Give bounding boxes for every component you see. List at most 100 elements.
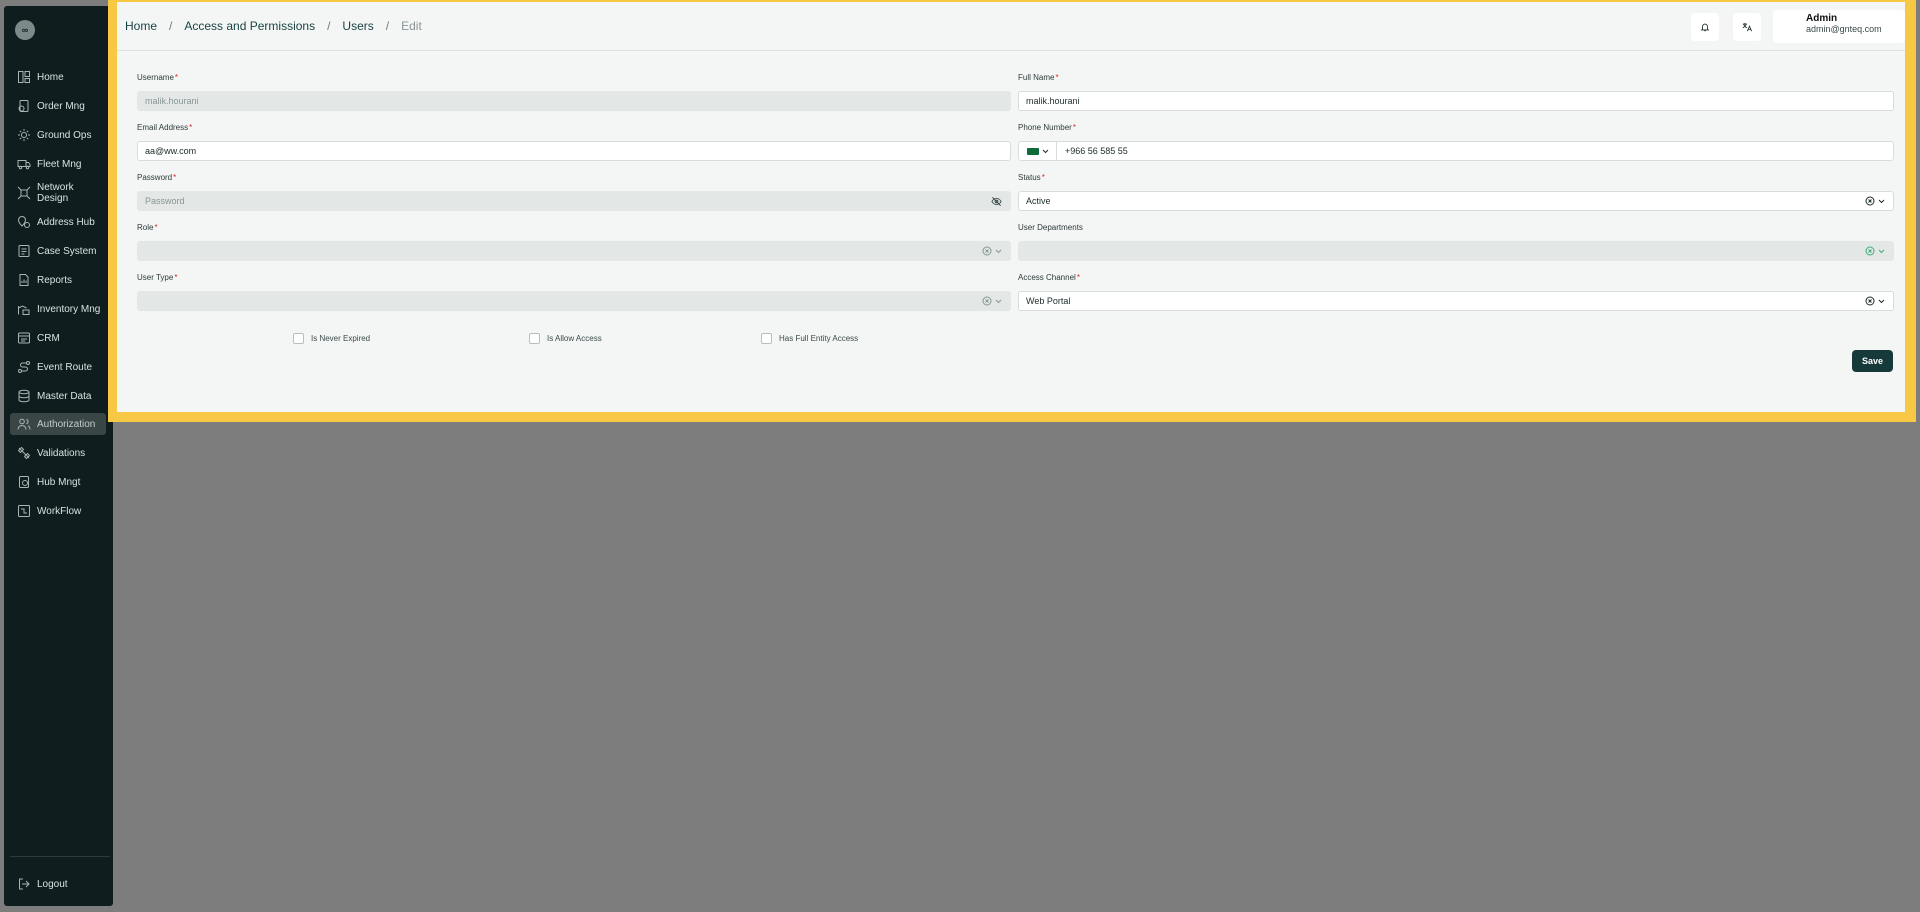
sidebar-item-fleet-mng[interactable]: Fleet Mng: [10, 153, 106, 175]
eye-off-icon: [991, 197, 1002, 206]
checkbox-box[interactable]: [293, 333, 304, 344]
sidebar-item-reports[interactable]: Reports: [10, 269, 106, 291]
breadcrumb-home[interactable]: Home: [125, 19, 157, 33]
saudi-flag-icon: [1026, 147, 1039, 155]
full-name-field[interactable]: malik.hourani: [1018, 91, 1894, 111]
bell-icon: [1700, 23, 1710, 32]
crm-icon: [18, 332, 30, 344]
sidebar-item-label: Event Route: [37, 361, 93, 373]
logout-icon: [19, 878, 30, 890]
user-email: admin@gnteq.com: [1806, 24, 1882, 34]
status-select[interactable]: Active: [1018, 191, 1894, 211]
sidebar-item-case-system[interactable]: Case System: [10, 240, 106, 262]
sidebar-item-label: Authorization: [37, 418, 96, 430]
ground-ops-icon: [18, 129, 30, 141]
sidebar-item-label: Address Hub: [37, 216, 95, 228]
truck-icon: [17, 160, 31, 170]
clear-icon[interactable]: [982, 246, 992, 256]
sidebar-item-validations[interactable]: Validations: [10, 442, 106, 464]
clear-icon[interactable]: [1865, 246, 1875, 256]
never-expired-checkbox[interactable]: Is Never Expired: [293, 333, 370, 344]
chevron-down-icon: [1042, 149, 1048, 153]
checkbox-box[interactable]: [761, 333, 772, 344]
sidebar-item-label: Network Design: [37, 182, 74, 204]
chevron-down-icon: [1878, 249, 1885, 253]
breadcrumb-users[interactable]: Users: [342, 19, 373, 33]
checkbox-box[interactable]: [529, 333, 540, 344]
phone-field[interactable]: +966 56 585 55: [1018, 141, 1894, 161]
sidebar-item-label: Hub Mngt: [37, 476, 81, 488]
sidebar-item-label: Fleet Mng: [37, 158, 82, 170]
access-channel-select[interactable]: Web Portal: [1018, 291, 1894, 311]
sidebar-item-hub-mngt[interactable]: Hub Mngt: [10, 471, 106, 493]
sidebar-item-label: Ground Ops: [37, 129, 92, 141]
password-toggle[interactable]: [991, 196, 1002, 207]
email-field[interactable]: aa@ww.com: [137, 141, 1011, 161]
chevron-down-icon: [1878, 299, 1885, 303]
sidebar-item-authorization[interactable]: Authorization: [10, 413, 106, 435]
clear-icon[interactable]: [982, 296, 992, 306]
sidebar-divider: [10, 856, 110, 857]
sidebar-item-crm[interactable]: CRM: [10, 327, 106, 349]
topbar: Home / Access and Permissions / Users / …: [117, 2, 1905, 51]
workflow-icon: [18, 505, 30, 517]
sidebar-item-ground-ops[interactable]: Ground Ops: [10, 124, 106, 146]
sidebar-item-label: Case System: [37, 245, 97, 257]
database-icon: [18, 389, 30, 403]
sidebar-item-home[interactable]: Home: [10, 66, 106, 88]
sidebar-item-label: Order Mng: [37, 100, 85, 112]
email-label: Email Address*: [137, 123, 193, 132]
sidebar-item-workflow[interactable]: WorkFlow: [10, 500, 106, 522]
user-name: Admin: [1806, 13, 1838, 24]
hub-icon: [19, 476, 29, 488]
password-label: Password*: [137, 173, 177, 182]
username-label: Username*: [137, 73, 179, 82]
user-type-select[interactable]: [137, 291, 1011, 311]
sidebar-item-order-mng[interactable]: Order Mng: [10, 95, 106, 117]
never-expired-label: Is Never Expired: [311, 334, 371, 343]
chevron-down-icon: [995, 299, 1002, 303]
case-icon: [18, 245, 30, 257]
sidebar-item-label: Inventory Mng: [37, 303, 101, 315]
breadcrumb-access-permissions[interactable]: Access and Permissions: [184, 19, 315, 33]
sidebar-item-network-design[interactable]: Network Design: [10, 182, 106, 204]
sidebar-item-master-data[interactable]: Master Data: [10, 385, 106, 407]
role-label: Role*: [137, 223, 158, 232]
allow-access-checkbox[interactable]: Is Allow Access: [529, 333, 602, 344]
password-field[interactable]: Password: [137, 191, 1011, 211]
user-departments-select[interactable]: [1018, 241, 1894, 261]
clear-icon[interactable]: [1865, 296, 1875, 306]
network-icon: [17, 186, 31, 200]
sidebar-item-label: CRM: [37, 332, 60, 344]
sidebar-item-address-hub[interactable]: Address Hub: [10, 211, 106, 233]
logout-button[interactable]: Logout: [10, 873, 106, 895]
role-select[interactable]: [137, 241, 1011, 261]
sidebar: ∞ Home Order Mng Ground Ops Fleet Mng Ne…: [4, 6, 113, 906]
user-type-label: User Type*: [137, 273, 178, 282]
sidebar-item-inventory-mng[interactable]: Inventory Mng: [10, 298, 106, 320]
inventory-icon: [18, 305, 30, 315]
logout-label: Logout: [37, 878, 68, 890]
full-entity-label: Has Full Entity Access: [779, 334, 859, 343]
main-panel-highlight: Home / Access and Permissions / Users / …: [108, 0, 1916, 422]
country-code-select[interactable]: [1019, 142, 1057, 160]
sidebar-item-label: Master Data: [37, 390, 92, 402]
sidebar-item-event-route[interactable]: Event Route: [10, 356, 106, 378]
full-name-label: Full Name*: [1018, 73, 1059, 82]
status-label: Status*: [1018, 173, 1045, 182]
breadcrumb-current: Edit: [401, 19, 422, 33]
user-menu[interactable]: Admin admin@gnteq.com: [1773, 10, 1905, 43]
language-button[interactable]: [1733, 13, 1761, 41]
home-icon: [18, 71, 30, 83]
username-field[interactable]: malik.hourani: [137, 91, 1011, 111]
save-button[interactable]: Save: [1852, 350, 1893, 372]
clear-icon[interactable]: [1865, 196, 1875, 206]
breadcrumb-separator: /: [327, 19, 331, 33]
breadcrumb-separator: /: [169, 19, 173, 33]
full-entity-checkbox[interactable]: Has Full Entity Access: [761, 333, 858, 344]
user-departments-label: User Departments: [1018, 223, 1083, 232]
chevron-down-icon: [1878, 199, 1885, 203]
phone-label: Phone Number*: [1018, 123, 1076, 132]
breadcrumb: Home / Access and Permissions / Users / …: [125, 19, 422, 33]
notifications-button[interactable]: [1691, 13, 1719, 41]
